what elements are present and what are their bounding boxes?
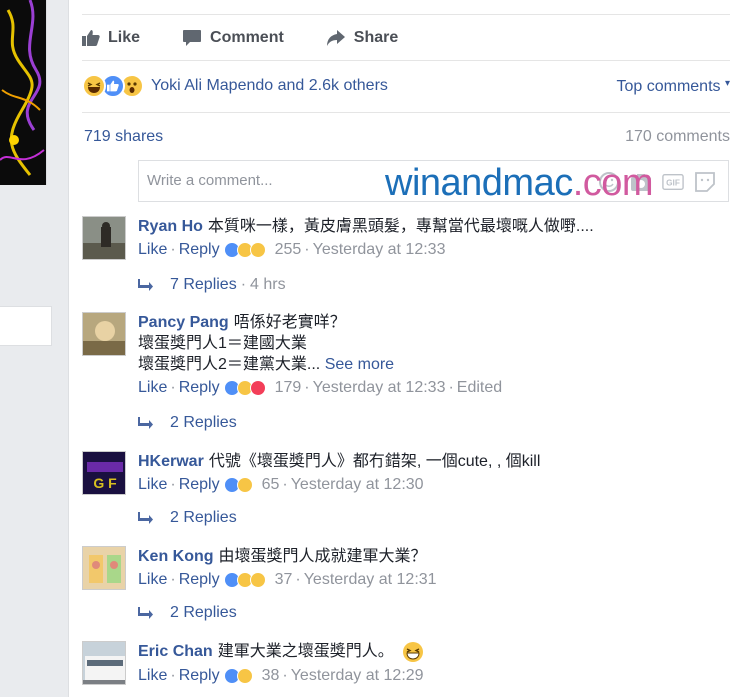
reaction-count: 38 <box>261 667 280 684</box>
comment-author[interactable]: HKerwar <box>138 453 204 470</box>
grinning-face-icon <box>402 641 424 663</box>
reaction-count: 179 <box>274 379 302 396</box>
comment-reactions[interactable] <box>223 477 253 493</box>
thumbs-up-icon <box>82 30 100 46</box>
comment-reactions[interactable] <box>223 572 266 588</box>
comment-like-link[interactable]: Like <box>138 474 167 496</box>
caret-down-icon: ▾ <box>724 78 730 89</box>
reaction-names-link[interactable]: Yoki Ali Mapendo and 2.6k others <box>151 77 388 95</box>
comment-text-line: 壞蛋獎門人2＝建黨大業... <box>138 356 321 373</box>
comment-reactions[interactable] <box>223 242 266 258</box>
comment-text-line: 壞蛋獎門人1＝建國大業 <box>138 335 307 352</box>
view-replies-link[interactable]: 2 Replies <box>138 509 237 527</box>
comment-reply-link[interactable]: Reply <box>179 474 220 496</box>
view-replies-link[interactable]: 2 Replies <box>138 604 237 622</box>
shares-link[interactable]: 719 shares <box>84 128 163 146</box>
comment-text: 由壞蛋獎門人成就建軍大業？ <box>218 548 427 565</box>
wow-reaction-icon <box>249 572 266 588</box>
haha-reaction-icon <box>82 74 106 98</box>
reply-arrow-icon <box>138 607 153 619</box>
sticker-icon[interactable] <box>694 171 716 193</box>
watermark: winandmac.com <box>385 162 654 205</box>
comment-text: 代號《壞蛋獎門人》都冇錯架, 一個cute, , 個kill <box>208 453 541 470</box>
comment-time[interactable]: Yesterday at 12:30 <box>291 474 424 496</box>
replies-time: 4 hrs <box>250 276 286 293</box>
comment-time[interactable]: Yesterday at 12:29 <box>291 665 424 687</box>
replies-count: 2 Replies <box>170 414 237 431</box>
post-action-bar: Like Comment Share <box>82 22 440 54</box>
comment-reply-link[interactable]: Reply <box>179 569 220 591</box>
divider <box>82 14 730 15</box>
avatar[interactable] <box>82 546 126 590</box>
like-button[interactable]: Like <box>82 29 140 47</box>
comment-reply-link[interactable]: Reply <box>179 377 220 399</box>
view-replies-link[interactable]: 7 Replies · 4 hrs <box>138 276 286 294</box>
comment-time[interactable]: Yesterday at 12:31 <box>304 569 437 591</box>
reaction-count: 255 <box>274 241 302 258</box>
reply-arrow-icon <box>138 279 153 291</box>
comments-count-link[interactable]: 170 comments <box>625 128 730 146</box>
watermark-name: winandmac <box>385 162 573 204</box>
speech-bubble-icon <box>183 30 202 46</box>
comment-button[interactable]: Comment <box>182 29 284 47</box>
edited-label[interactable]: Edited <box>457 377 502 399</box>
comment-author[interactable]: Ryan Ho <box>138 218 203 235</box>
share-button[interactable]: Share <box>326 29 398 47</box>
top-comments-dropdown[interactable]: Top comments ▾ <box>616 78 730 96</box>
comment-time[interactable]: Yesterday at 12:33 <box>313 377 446 399</box>
top-comments-label: Top comments <box>616 78 721 95</box>
haha-reaction-icon <box>236 477 253 493</box>
comment-text: 建軍大業之壞蛋獎門人。 <box>217 643 394 661</box>
comment-reply-link[interactable]: Reply <box>179 665 220 687</box>
comment-reactions[interactable] <box>223 668 253 684</box>
wow-reaction-icon <box>249 242 266 258</box>
comment-like-link[interactable]: Like <box>138 377 167 399</box>
share-label: Share <box>353 29 399 46</box>
watermark-domain: .com <box>572 162 654 204</box>
divider <box>82 60 730 61</box>
share-arrow-icon <box>326 30 345 46</box>
comment-author[interactable]: Ken Kong <box>138 548 214 565</box>
comment-time[interactable]: Yesterday at 12:33 <box>313 239 446 261</box>
reply-arrow-icon <box>138 512 153 524</box>
avatar[interactable] <box>82 216 126 260</box>
replies-count: 2 Replies <box>170 509 237 526</box>
comment-reactions[interactable] <box>223 380 266 396</box>
comment-like-link[interactable]: Like <box>138 569 167 591</box>
comment-reply-link[interactable]: Reply <box>179 239 220 261</box>
avatar[interactable] <box>82 641 126 685</box>
like-label: Like <box>108 29 141 46</box>
replies-count: 7 Replies <box>170 276 237 293</box>
comment-author[interactable]: Eric Chan <box>138 643 213 660</box>
see-more-link[interactable]: See more <box>325 356 394 373</box>
svg-text:G F: G F <box>93 475 117 491</box>
replies-count: 2 Replies <box>170 604 237 621</box>
haha-reaction-icon <box>236 668 253 684</box>
svg-text:GIF: GIF <box>666 179 680 188</box>
avatar[interactable]: G F <box>82 451 126 495</box>
reaction-count: 37 <box>274 571 293 588</box>
comment-label: Comment <box>210 29 284 46</box>
comment-author[interactable]: Pancy Pang <box>138 314 229 331</box>
comment-like-link[interactable]: Like <box>138 239 167 261</box>
gif-icon[interactable]: GIF <box>662 171 684 193</box>
post-image-fragment[interactable] <box>0 0 47 186</box>
comment-like-link[interactable]: Like <box>138 665 167 687</box>
love-reaction-icon <box>249 380 266 396</box>
view-replies-link[interactable]: 2 Replies <box>138 414 237 432</box>
reaction-count: 65 <box>261 476 280 493</box>
avatar[interactable] <box>82 312 126 356</box>
left-sidebar-box <box>0 306 52 346</box>
comment-text: 本質咪一樣，黃皮膚黑頭髮，專幫當代最壞嘅人做嘢.... <box>207 218 594 235</box>
comment-text: 唔係好老實咩？ <box>233 314 346 331</box>
reply-arrow-icon <box>138 417 153 429</box>
divider <box>82 112 730 113</box>
left-gutter <box>0 185 68 697</box>
